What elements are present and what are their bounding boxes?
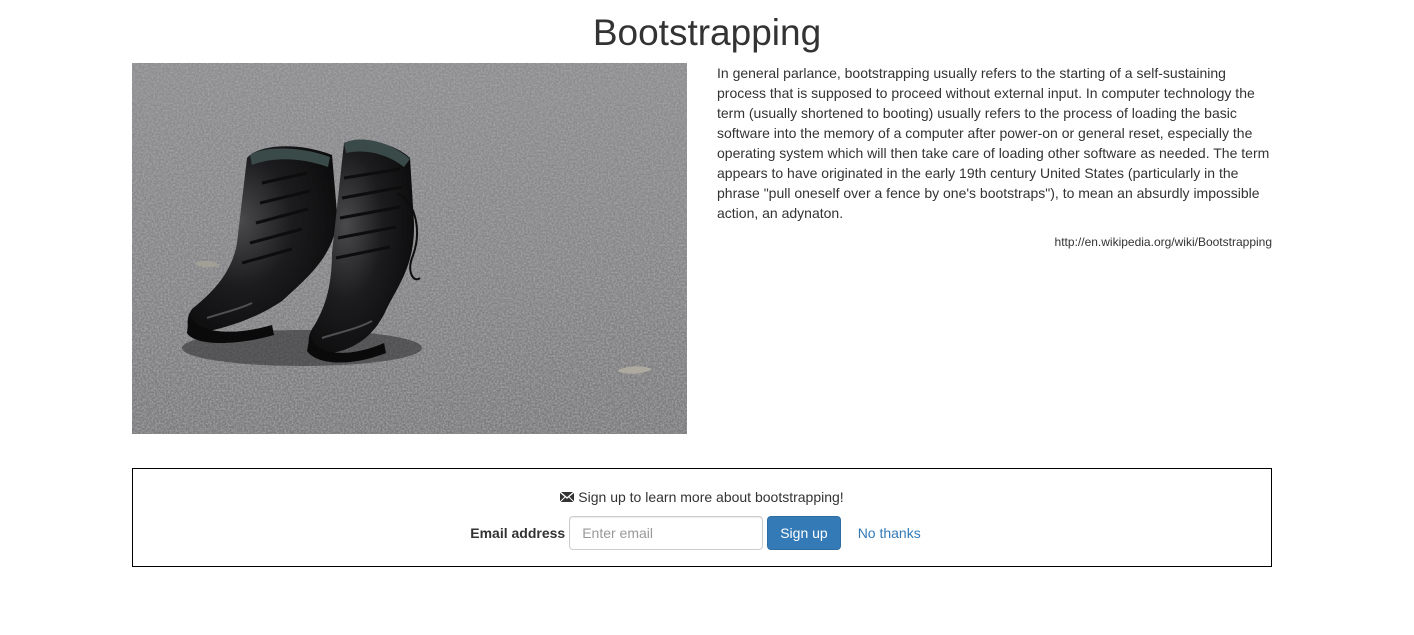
source-link: http://en.wikipedia.org/wiki/Bootstrappi…	[1054, 235, 1272, 249]
signup-panel: Sign up to learn more about bootstrappin…	[132, 468, 1272, 567]
email-field[interactable]	[569, 516, 764, 550]
boots-photo	[132, 63, 687, 434]
signup-button[interactable]: Sign up	[767, 516, 841, 550]
page-title: Bootstrapping	[592, 12, 822, 53]
article: In general parlance, bootstrapping usual…	[717, 63, 1277, 250]
signup-form: Email address Sign up No thanks	[133, 516, 1271, 550]
article-text: In general parlance, bootstrapping usual…	[717, 65, 1270, 221]
envelope-icon	[559, 488, 575, 508]
no-thanks-button[interactable]: No thanks	[845, 516, 934, 550]
page: Bootstrapping In general parlance, boots…	[0, 0, 1414, 635]
signup-message: Sign up to learn more about bootstrappin…	[133, 487, 1271, 508]
signup-message-text: Sign up to learn more about bootstrappin…	[578, 489, 844, 505]
email-label: Email address	[470, 525, 566, 541]
